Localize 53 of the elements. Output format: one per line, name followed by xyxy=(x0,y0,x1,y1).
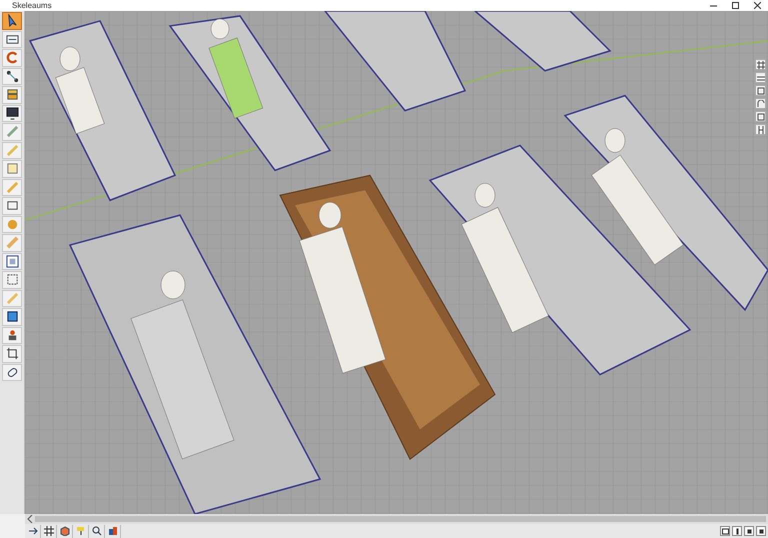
view-button[interactable] xyxy=(755,124,766,135)
square-icon xyxy=(6,162,18,176)
maximize-icon xyxy=(732,2,738,9)
nodes-icon xyxy=(6,70,18,83)
bracket-icon xyxy=(756,126,764,134)
square-icon xyxy=(756,86,764,94)
tool-button[interactable] xyxy=(2,345,22,362)
window-title: Skeleaums xyxy=(11,0,52,10)
select-tool-button[interactable] xyxy=(2,12,22,30)
status-button[interactable] xyxy=(732,526,742,536)
tool-button[interactable] xyxy=(2,326,22,344)
lines-icon xyxy=(756,74,764,82)
tool-button[interactable] xyxy=(2,30,22,48)
square-icon xyxy=(756,112,764,120)
tool-button[interactable] xyxy=(2,252,22,270)
tool-button[interactable] xyxy=(2,68,22,85)
grid-icon xyxy=(756,60,764,68)
view-button[interactable] xyxy=(755,59,766,70)
stack-icon xyxy=(6,88,18,102)
search-icon xyxy=(92,526,102,536)
frame-icon xyxy=(6,32,18,46)
arrow-cursor-icon xyxy=(6,14,18,28)
picture-icon xyxy=(722,528,728,534)
view-button[interactable] xyxy=(755,85,766,96)
toolbar-button[interactable] xyxy=(41,524,57,538)
status-button[interactable] xyxy=(720,526,730,536)
view-button[interactable] xyxy=(755,72,766,83)
pencil-icon xyxy=(6,180,18,194)
tool-button[interactable] xyxy=(2,197,22,214)
dashed-shape-icon xyxy=(6,273,18,286)
boxes-icon xyxy=(108,526,118,536)
scroll-left-icon[interactable] xyxy=(27,515,33,523)
square-icon xyxy=(6,310,18,324)
tool-button[interactable] xyxy=(2,308,22,326)
crop-icon xyxy=(6,347,18,360)
tool-button[interactable] xyxy=(2,364,22,381)
view-button[interactable] xyxy=(755,111,766,122)
tool-button[interactable] xyxy=(2,86,22,104)
rectangle-icon xyxy=(6,199,18,212)
horizontal-scrollbar[interactable] xyxy=(35,516,766,522)
view-button[interactable] xyxy=(755,98,766,109)
ruler-icon xyxy=(6,125,18,138)
framed-square-icon xyxy=(6,254,18,268)
minimize-icon xyxy=(710,4,716,6)
tool-button[interactable] xyxy=(2,271,22,288)
pencil-icon xyxy=(6,292,18,305)
bar-icon xyxy=(734,528,740,534)
close-icon xyxy=(754,2,760,9)
monitor-icon xyxy=(6,106,18,120)
tool-button[interactable] xyxy=(2,104,22,122)
pencil-icon xyxy=(6,144,18,157)
hook-icon xyxy=(756,100,764,108)
grid-icon xyxy=(44,526,54,536)
